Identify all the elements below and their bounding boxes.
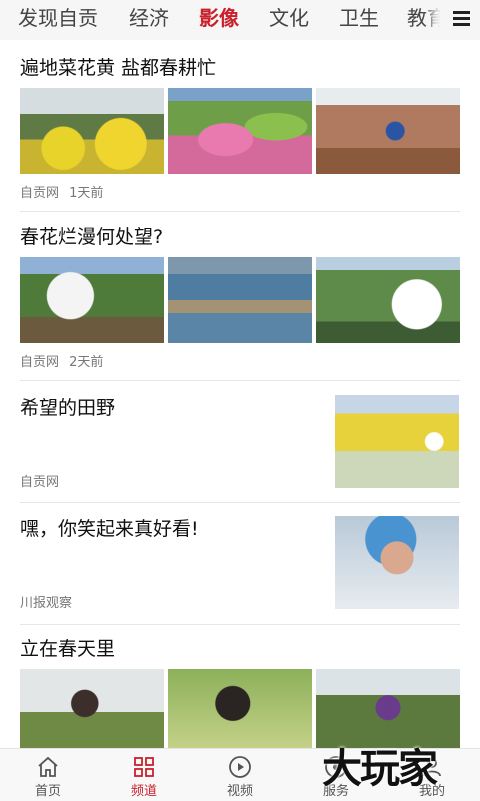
news-item[interactable]: 嘿，你笑起来真好看! 川报观察: [20, 516, 460, 616]
divider: [20, 624, 460, 625]
news-photo: [20, 669, 164, 755]
news-item[interactable]: 春花烂漫何处望? 自贡网 2天前: [20, 224, 460, 374]
divider: [20, 502, 460, 503]
divider: [20, 380, 460, 381]
play-icon: [229, 756, 251, 778]
news-source: 川报观察: [20, 596, 73, 611]
news-item[interactable]: 希望的田野 自贡网: [20, 395, 460, 495]
nav-video[interactable]: 视频: [192, 749, 288, 801]
divider: [20, 211, 460, 212]
nav-label: 首页: [34, 784, 61, 799]
news-photo: [168, 669, 312, 755]
news-time: 1天前: [69, 186, 104, 201]
home-icon: [38, 756, 58, 777]
menu-icon: [453, 11, 470, 14]
tab-culture[interactable]: 文化: [269, 4, 309, 32]
nav-home[interactable]: 首页: [0, 749, 96, 801]
news-item[interactable]: 立在春天里: [20, 636, 460, 755]
news-time: 2天前: [69, 355, 104, 370]
news-meta: 自贡网: [20, 471, 59, 490]
news-source: 自贡网: [20, 186, 60, 201]
channel-tab-bar: 发现自贡 经济 影像 文化 卫生 教育: [0, 0, 480, 40]
tab-health[interactable]: 卫生: [339, 4, 379, 32]
news-photo: [316, 257, 460, 343]
news-title: 春花烂漫何处望?: [20, 226, 164, 248]
menu-icon-bar: [453, 23, 470, 26]
news-meta: 自贡网 2天前: [20, 351, 103, 370]
news-source: 自贡网: [20, 355, 60, 370]
news-title: 遍地菜花黄 盐都春耕忙: [20, 57, 217, 79]
news-photo: [335, 395, 459, 488]
news-title: 立在春天里: [20, 638, 116, 660]
news-photo: [20, 257, 164, 343]
watermark-logo: 大玩家: [322, 746, 438, 792]
menu-icon-bar: [453, 17, 470, 20]
tab-discover-zigong[interactable]: 发现自贡: [18, 4, 98, 32]
news-photo: [335, 516, 459, 609]
news-photo: [168, 257, 312, 343]
nav-channels[interactable]: 频道: [96, 749, 192, 801]
channel-menu-button[interactable]: [440, 0, 480, 40]
tab-economy[interactable]: 经济: [129, 4, 169, 32]
news-source: 自贡网: [20, 475, 60, 490]
nav-label: 频道: [130, 784, 157, 799]
tab-images[interactable]: 影像: [199, 4, 239, 32]
news-photo: [168, 88, 312, 174]
grid-icon: [134, 757, 154, 777]
news-photo: [20, 88, 164, 174]
news-photo: [316, 88, 460, 174]
news-meta: 自贡网 1天前: [20, 182, 103, 201]
nav-label: 视频: [226, 784, 253, 799]
news-meta: 川报观察: [20, 592, 72, 611]
news-item[interactable]: 遍地菜花黄 盐都春耕忙 自贡网 1天前: [20, 55, 460, 205]
